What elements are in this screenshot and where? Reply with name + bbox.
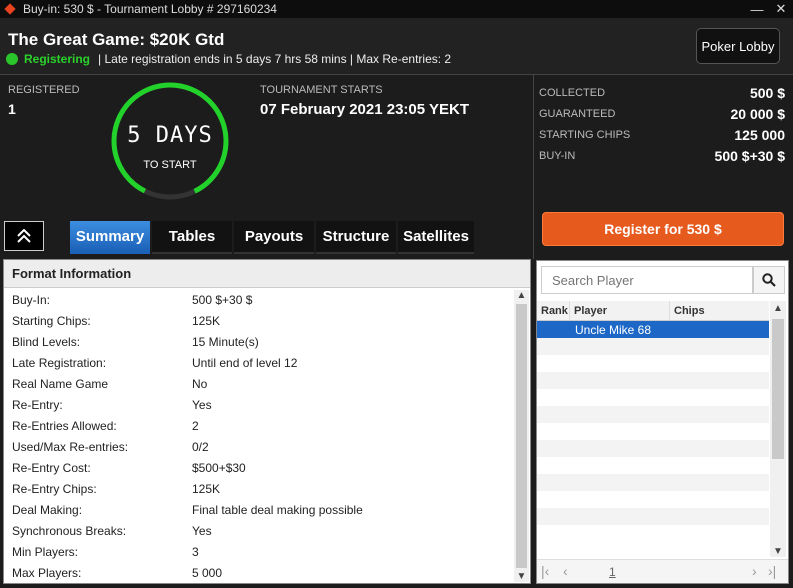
search-button[interactable] bbox=[753, 266, 785, 294]
search-player-input[interactable] bbox=[541, 266, 753, 294]
info-row: Blind Levels: 15 Minute(s) bbox=[12, 334, 259, 349]
registered-count: 1 bbox=[8, 101, 16, 117]
table-row bbox=[537, 423, 769, 440]
info-row: Re-Entry: Yes bbox=[12, 397, 212, 412]
players-scrollbar[interactable]: ▲ ▼ bbox=[770, 301, 786, 557]
stat-starting-chips: STARTING CHIPS 125 000 bbox=[539, 126, 785, 143]
prize-stats: COLLECTED 500 $ GUARANTEED 20 000 $ STAR… bbox=[539, 82, 785, 166]
info-row: Starting Chips: 125K bbox=[12, 313, 221, 328]
info-row: Late Registration: Until end of level 12 bbox=[12, 355, 298, 370]
player-name: Uncle Mike 68 bbox=[575, 322, 652, 337]
countdown-timer: 5 DAYS TO START bbox=[108, 82, 232, 200]
info-row: Real Name Game No bbox=[12, 376, 208, 391]
info-row: Max Players: 5 000 bbox=[12, 565, 223, 580]
window-title: Buy-in: 530 $ - Tournament Lobby # 29716… bbox=[23, 2, 277, 16]
column-player[interactable]: Player bbox=[570, 301, 670, 320]
tab-tables[interactable]: Tables bbox=[152, 221, 232, 254]
collapse-button[interactable] bbox=[4, 221, 44, 251]
pokerstars-logo-icon bbox=[5, 4, 15, 14]
poker-lobby-button[interactable]: Poker Lobby bbox=[696, 28, 780, 64]
search-icon bbox=[762, 273, 776, 287]
format-information-title: Format Information bbox=[4, 260, 530, 288]
info-row: Re-Entry Chips: 125K bbox=[12, 481, 221, 496]
table-row bbox=[537, 355, 769, 372]
info-row: Deal Making: Final table deal making poss… bbox=[12, 502, 363, 517]
register-button[interactable]: Register for 530 $ bbox=[542, 212, 784, 246]
table-row bbox=[537, 440, 769, 457]
tab-structure[interactable]: Structure bbox=[316, 221, 396, 254]
scrollbar-thumb[interactable] bbox=[516, 304, 527, 568]
tab-satellites[interactable]: Satellites bbox=[398, 221, 474, 254]
table-row bbox=[537, 491, 769, 508]
info-row: Synchronous Breaks: Yes bbox=[12, 523, 212, 538]
table-row bbox=[537, 474, 769, 491]
info-row: Buy-In: 500 $+30 $ bbox=[12, 292, 253, 307]
info-row: Used/Max Re-entries: 0/2 bbox=[12, 439, 209, 454]
next-page-icon[interactable]: › bbox=[752, 563, 757, 579]
players-panel: Rank Player Chips Uncle Mike 68 ▲ ▼ |‹ ‹… bbox=[536, 260, 789, 584]
last-page-icon[interactable]: ›| bbox=[768, 563, 776, 579]
tournament-name: The Great Game: $20K Gtd bbox=[8, 30, 225, 49]
table-row bbox=[537, 338, 769, 355]
stat-guaranteed: GUARANTEED 20 000 $ bbox=[539, 105, 785, 122]
first-page-icon[interactable]: |‹ bbox=[541, 563, 549, 579]
double-chevron-up-icon bbox=[17, 229, 31, 243]
column-chips[interactable]: Chips bbox=[670, 301, 769, 320]
close-button[interactable]: ✕ bbox=[769, 1, 793, 17]
stat-collected: COLLECTED 500 $ bbox=[539, 84, 785, 101]
tournament-starts-value: 07 February 2021 23:05 YEKT bbox=[260, 101, 470, 118]
table-row bbox=[537, 372, 769, 389]
table-row bbox=[537, 457, 769, 474]
tab-summary[interactable]: Summary bbox=[70, 221, 150, 254]
players-table-header: Rank Player Chips bbox=[537, 301, 769, 321]
format-scrollbar[interactable]: ▲ ▼ bbox=[514, 290, 529, 582]
page-number[interactable]: 1 bbox=[609, 565, 616, 579]
prev-page-icon[interactable]: ‹ bbox=[563, 563, 568, 579]
window-titlebar: Buy-in: 530 $ - Tournament Lobby # 29716… bbox=[0, 0, 793, 18]
scroll-down-icon[interactable]: ▼ bbox=[514, 571, 529, 582]
info-divider bbox=[533, 75, 534, 259]
tab-payouts[interactable]: Payouts bbox=[234, 221, 314, 254]
format-information-panel: Format Information Buy-In: 500 $+30 $ Sta… bbox=[3, 259, 531, 584]
format-information-list: Buy-In: 500 $+30 $ Starting Chips: 125K Bl… bbox=[4, 288, 530, 584]
table-row bbox=[537, 389, 769, 406]
info-row: Re-Entries Allowed: 2 bbox=[12, 418, 199, 433]
header-divider bbox=[0, 74, 793, 75]
table-row bbox=[537, 508, 769, 525]
table-row bbox=[537, 525, 769, 542]
scroll-up-icon[interactable]: ▲ bbox=[514, 290, 529, 301]
lobby-tabs: Summary Tables Payouts Structure Satelli… bbox=[70, 221, 476, 254]
countdown-caption: TO START bbox=[143, 159, 197, 171]
scrollbar-thumb[interactable] bbox=[772, 319, 784, 459]
stat-buy-in: BUY-IN 500 $+30 $ bbox=[539, 147, 785, 164]
countdown-value: 5 DAYS bbox=[127, 123, 213, 148]
tournament-starts-label: TOURNAMENT STARTS bbox=[260, 84, 383, 96]
minimize-button[interactable]: — bbox=[745, 2, 769, 17]
info-row: Min Players: 3 bbox=[12, 544, 199, 559]
info-row: Re-Entry Cost: $500+$30 bbox=[12, 460, 246, 475]
status-label: Registering bbox=[24, 52, 91, 66]
players-table: Uncle Mike 68 bbox=[537, 321, 769, 557]
tournament-header: The Great Game: $20K Gtd Registering | L… bbox=[0, 18, 793, 74]
registered-label: REGISTERED bbox=[8, 84, 80, 96]
table-row[interactable]: Uncle Mike 68 bbox=[537, 321, 769, 338]
status-dot-icon bbox=[6, 53, 18, 65]
players-pager: |‹ ‹ 1 › ›| bbox=[537, 559, 788, 583]
column-rank[interactable]: Rank bbox=[537, 301, 570, 320]
late-registration-info: | Late registration ends in 5 days 7 hrs… bbox=[98, 52, 452, 66]
scroll-up-icon[interactable]: ▲ bbox=[770, 303, 786, 314]
table-row bbox=[537, 406, 769, 423]
scroll-down-icon[interactable]: ▼ bbox=[770, 546, 786, 557]
registration-status: Registering | Late registration ends in … bbox=[6, 52, 451, 66]
